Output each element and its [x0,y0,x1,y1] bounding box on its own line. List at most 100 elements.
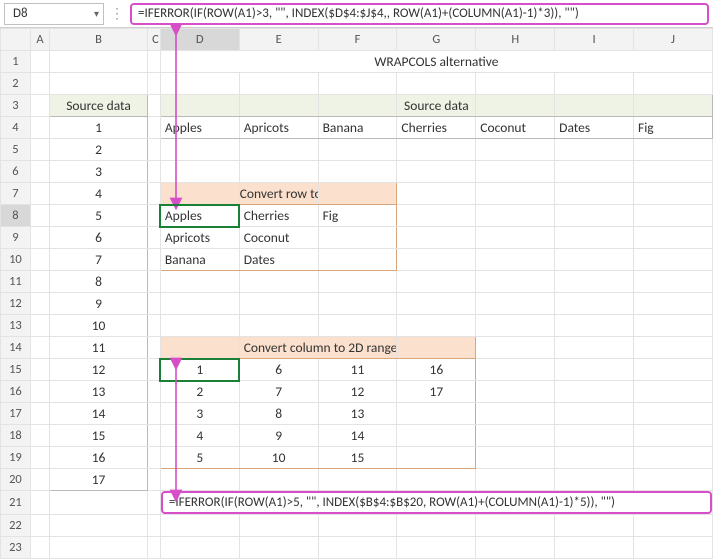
row-header[interactable]: 11 [1,271,31,293]
col-header[interactable]: D [160,29,239,51]
chevron-down-icon: ▾ [94,7,99,20]
cell[interactable]: 5 [50,205,148,227]
cell[interactable]: Apricots [239,117,318,139]
cell[interactable]: Fig [318,205,397,227]
cell[interactable]: 15 [50,425,148,447]
cell[interactable]: 7 [239,381,318,403]
formula-text: =IFERROR(IF(ROW(A1)>3, "", INDEX($D$4:$J… [138,6,579,21]
row-header[interactable]: 23 [1,537,31,559]
row-header[interactable]: 20 [1,469,31,491]
active-cell[interactable]: Apples [160,205,239,227]
row-header[interactable]: 21 [1,491,31,515]
cell[interactable]: 9 [50,293,148,315]
cell[interactable] [397,403,476,425]
cell[interactable]: 17 [50,469,148,491]
name-box[interactable]: D8 ▾ [4,3,104,25]
formula-bar: D8 ▾ ⋮ =IFERROR(IF(ROW(A1)>3, "", INDEX(… [0,0,713,28]
cell[interactable]: Banana [160,249,239,271]
cell[interactable]: Apricots [160,227,239,249]
row-header[interactable]: 10 [1,249,31,271]
row-header[interactable]: 22 [1,515,31,537]
row-header[interactable]: 19 [1,447,31,469]
cell[interactable]: 4 [50,183,148,205]
cell[interactable]: 1 [160,359,239,381]
cell[interactable]: 2 [160,381,239,403]
col-header[interactable]: B [50,29,148,51]
cell[interactable]: 16 [50,447,148,469]
cell[interactable]: 14 [318,425,397,447]
cell[interactable]: Dates [555,117,634,139]
row-header[interactable]: 1 [1,51,31,73]
cell[interactable]: 7 [50,249,148,271]
cell[interactable]: Apples [160,117,239,139]
cell[interactable]: 17 [397,381,476,403]
cell[interactable]: Cherries [397,117,476,139]
row-header[interactable]: 6 [1,161,31,183]
cell[interactable]: 9 [239,425,318,447]
cell[interactable]: 15 [318,447,397,469]
cell[interactable]: 13 [50,381,148,403]
cell[interactable]: 8 [50,271,148,293]
row-header[interactable]: 8 [1,205,31,227]
col-header[interactable]: F [318,29,397,51]
formula-input[interactable]: =IFERROR(IF(ROW(A1)>3, "", INDEX($D$4:$J… [130,3,709,25]
select-all-corner[interactable] [1,29,31,51]
source-data-col-header: Source data [50,95,148,117]
row-header[interactable]: 15 [1,359,31,381]
col-header[interactable]: H [476,29,555,51]
cell[interactable] [318,249,397,271]
cell[interactable]: 6 [50,227,148,249]
cell[interactable]: 11 [318,359,397,381]
spreadsheet-grid: A B C D E F G H I J 1 WRAPCOLS alternati… [0,28,713,559]
cell[interactable] [397,447,476,469]
cell[interactable]: 16 [397,359,476,381]
cell[interactable] [318,227,397,249]
cell[interactable]: Coconut [476,117,555,139]
cell[interactable]: 4 [160,425,239,447]
col-header[interactable]: A [30,29,49,51]
row-header[interactable]: 12 [1,293,31,315]
cell[interactable]: Cherries [239,205,318,227]
col-header[interactable]: I [555,29,634,51]
row-header[interactable]: 18 [1,425,31,447]
col-header[interactable]: C [148,29,161,51]
cell[interactable]: 3 [160,403,239,425]
row-header[interactable]: 9 [1,227,31,249]
row-header[interactable]: 17 [1,403,31,425]
source-data-row-header [160,95,239,117]
row-header[interactable]: 3 [1,95,31,117]
row-header[interactable]: 7 [1,183,31,205]
grid-table[interactable]: A B C D E F G H I J 1 WRAPCOLS alternati… [0,28,713,559]
cell[interactable]: 3 [50,161,148,183]
cell[interactable]: 12 [318,381,397,403]
cell[interactable]: Banana [318,117,397,139]
cell[interactable]: 14 [50,403,148,425]
row-header[interactable]: 16 [1,381,31,403]
row-header[interactable]: 14 [1,337,31,359]
col-header[interactable]: G [397,29,476,51]
cell[interactable]: 6 [239,359,318,381]
cell[interactable]: Dates [239,249,318,271]
cell[interactable]: 10 [239,447,318,469]
column-header-row: A B C D E F G H I J [1,29,713,51]
col-header[interactable]: J [634,29,713,51]
cell[interactable]: Fig [634,117,713,139]
cell[interactable]: 12 [50,359,148,381]
page-title: WRAPCOLS alternative [160,51,712,73]
row-header[interactable]: 5 [1,139,31,161]
cell[interactable]: 2 [50,139,148,161]
cell[interactable]: Coconut [239,227,318,249]
cell[interactable]: 5 [160,447,239,469]
row-header[interactable]: 2 [1,73,31,95]
formula-separator: ⋮ [108,5,126,22]
section1-header [160,183,239,205]
row-header[interactable]: 13 [1,315,31,337]
cell[interactable]: 1 [50,117,148,139]
row-header[interactable]: 4 [1,117,31,139]
cell[interactable]: 13 [318,403,397,425]
cell[interactable]: 10 [50,315,148,337]
cell[interactable]: 8 [239,403,318,425]
cell[interactable]: 11 [50,337,148,359]
cell[interactable] [397,425,476,447]
col-header[interactable]: E [239,29,318,51]
